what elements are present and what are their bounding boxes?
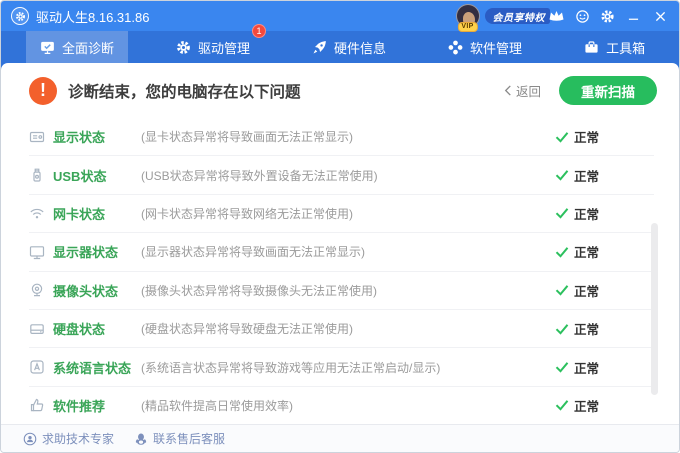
software-clover-icon <box>448 40 463 55</box>
tab-software-management[interactable]: 软件管理 <box>434 31 536 63</box>
rescan-button[interactable]: 重新扫描 <box>559 76 657 105</box>
titlebar: 驱动人生8.16.31.86 VIP 会员享特权 <box>1 1 679 31</box>
tab-driver-management[interactable]: 驱动管理 1 <box>162 31 264 63</box>
tab-label: 软件管理 <box>470 38 522 57</box>
status-badge: 正常 <box>555 281 599 300</box>
driver-gear-icon <box>176 40 191 55</box>
diagnostic-row-camera[interactable]: 摄像头状态 (摄像头状态异常将导致摄像头无法正常使用) 正常 <box>29 272 654 310</box>
diagnostics-list: 显示状态 (显卡状态异常将导致画面无法正常显示) 正常 USB状 <box>1 118 679 424</box>
status-badge: 正常 <box>555 204 599 223</box>
hard-drive-icon <box>29 321 45 337</box>
minimize-button[interactable] <box>624 7 642 25</box>
settings-gear-icon[interactable] <box>599 8 615 24</box>
headset-person-icon <box>23 432 37 446</box>
monitor-icon <box>29 244 45 260</box>
tab-hardware-info[interactable]: 硬件信息 <box>298 31 400 63</box>
app-window: 驱动人生8.16.31.86 VIP 会员享特权 <box>0 0 680 453</box>
status-badge: 正常 <box>555 166 599 185</box>
check-icon <box>555 246 569 258</box>
tab-toolbox[interactable]: 工具箱 <box>570 31 659 63</box>
status-badge: 正常 <box>555 319 599 338</box>
usb-icon <box>29 167 45 183</box>
status-badge: 正常 <box>555 242 599 261</box>
diagnostic-row-network[interactable]: 网卡状态 (网卡状态异常将导致网络无法正常使用) 正常 <box>29 195 654 233</box>
result-title: 诊断结束，您的电脑存在以下问题 <box>68 80 301 102</box>
check-icon <box>555 131 569 143</box>
status-badge: 正常 <box>555 358 599 377</box>
diagnostic-row-usb[interactable]: USB状态 (USB状态异常将导致外置设备无法正常使用) 正常 <box>29 156 654 194</box>
wifi-icon <box>29 205 45 221</box>
alert-icon: ! <box>29 77 57 105</box>
back-button[interactable]: 返回 <box>504 81 541 100</box>
footer-bar: 求助技术专家 联系售后客服 <box>1 424 679 452</box>
after-sales-service-link[interactable]: 联系售后客服 <box>134 430 225 447</box>
diagnosis-monitor-icon <box>40 40 55 55</box>
status-badge: 正常 <box>555 127 599 146</box>
crown-icon <box>548 9 565 23</box>
diagnostic-row-language[interactable]: 系统语言状态 (系统语言状态异常将导致游戏等应用无法正常启动/显示) 正常 <box>29 348 654 386</box>
tab-label: 全面诊断 <box>62 38 114 57</box>
member-badge-label: 会员享特权 <box>485 8 551 24</box>
close-button[interactable] <box>651 7 669 25</box>
tech-expert-link[interactable]: 求助技术专家 <box>23 430 114 447</box>
check-icon <box>555 169 569 181</box>
chevron-left-icon <box>504 85 512 96</box>
language-icon <box>29 359 45 375</box>
window-title: 驱动人生8.16.31.86 <box>36 7 149 26</box>
webcam-icon <box>29 282 45 298</box>
thumbs-up-icon <box>29 397 45 413</box>
user-avatar[interactable]: VIP <box>456 4 480 28</box>
tab-full-diagnosis[interactable]: 全面诊断 <box>26 31 128 63</box>
feedback-icon[interactable] <box>574 8 590 24</box>
check-icon <box>555 323 569 335</box>
app-logo-icon <box>11 7 29 25</box>
toolbox-icon <box>584 40 599 55</box>
diagnosis-result-card: ! 诊断结束，您的电脑存在以下问题 返回 重新扫描 <box>1 63 679 424</box>
scrollbar-thumb[interactable] <box>651 223 658 395</box>
tab-label: 驱动管理 <box>198 38 250 57</box>
status-badge: 正常 <box>555 396 599 415</box>
diagnostic-row-software[interactable]: 软件推荐 (精品软件提高日常使用效率) 正常 <box>29 387 654 424</box>
notification-badge: 1 <box>252 24 266 38</box>
result-header: ! 诊断结束，您的电脑存在以下问题 返回 重新扫描 <box>1 63 679 118</box>
qq-penguin-icon <box>134 432 148 446</box>
member-privilege-banner[interactable]: 会员享特权 <box>485 8 566 24</box>
tab-label: 工具箱 <box>606 38 645 57</box>
display-card-icon <box>29 129 45 145</box>
check-icon <box>555 284 569 296</box>
main-nav: 全面诊断 驱动管理 1 硬件信息 <box>1 31 679 63</box>
check-icon <box>555 361 569 373</box>
diagnostic-row-monitor[interactable]: 显示器状态 (显示器状态异常将导致画面无法正常显示) 正常 <box>29 233 654 271</box>
check-icon <box>555 207 569 219</box>
tab-label: 硬件信息 <box>334 38 386 57</box>
check-icon <box>555 399 569 411</box>
diagnostic-row-disk[interactable]: 硬盘状态 (硬盘状态异常将导致硬盘无法正常使用) 正常 <box>29 310 654 348</box>
diagnostic-row-display[interactable]: 显示状态 (显卡状态异常将导致画面无法正常显示) 正常 <box>29 118 654 156</box>
hardware-rocket-icon <box>312 40 327 55</box>
